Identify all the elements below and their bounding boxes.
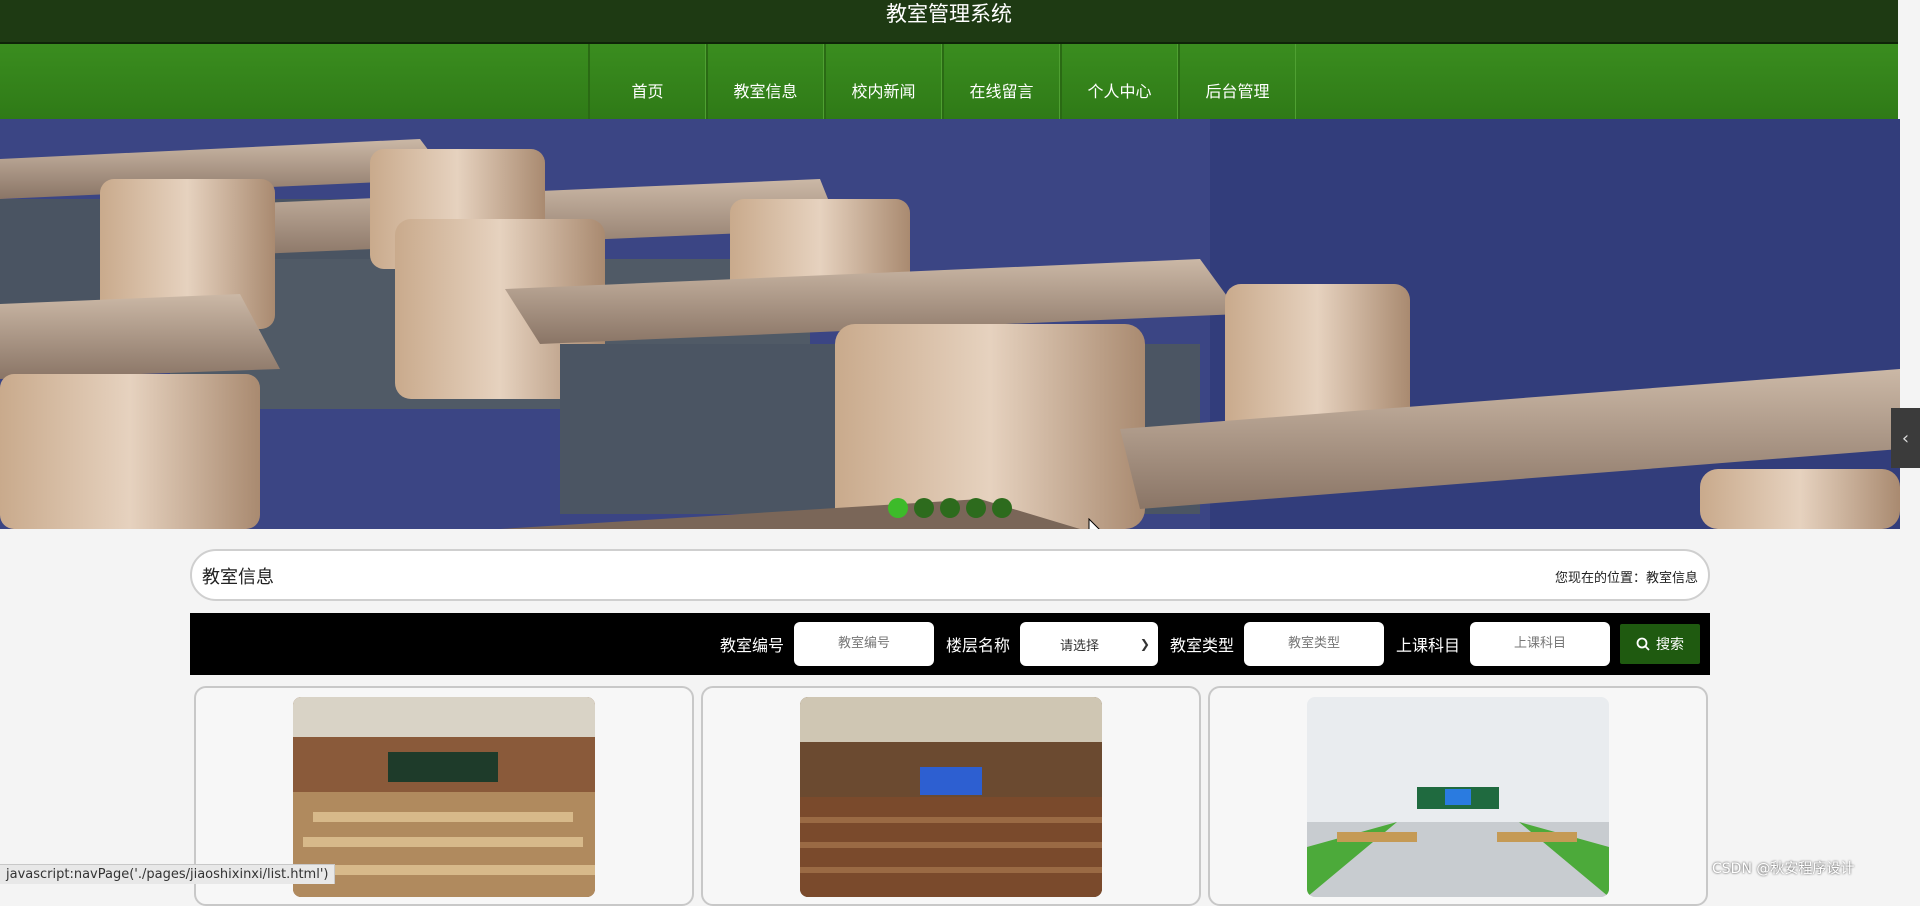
browser-status-bar: javascript:navPage('./pages/jiaoshixinxi… xyxy=(0,864,336,884)
mouse-cursor-icon xyxy=(1088,518,1100,529)
search-button[interactable]: 搜索 xyxy=(1620,624,1700,664)
section-title: 教室信息 xyxy=(202,567,274,588)
classroom-image xyxy=(1307,697,1609,897)
banner-image xyxy=(0,119,1900,529)
carousel-dot[interactable] xyxy=(888,498,908,518)
classroom-image xyxy=(293,697,595,897)
carousel-dot[interactable] xyxy=(914,498,934,518)
search-button-label: 搜索 xyxy=(1656,637,1684,653)
breadcrumb: 您现在的位置：教室信息 xyxy=(1554,571,1698,586)
room-number-placeholder: 教室编号 xyxy=(837,636,890,651)
room-type-placeholder: 教室类型 xyxy=(1287,636,1340,651)
carousel-dot[interactable] xyxy=(992,498,1012,518)
carousel-dot[interactable] xyxy=(940,498,960,518)
floor-name-select[interactable]: 请选择 ❯ xyxy=(1019,622,1158,666)
nav-item-campus-news[interactable]: 校内新闻 xyxy=(824,44,942,119)
nav-item-home[interactable]: 首页 xyxy=(588,44,706,119)
nav-item-admin[interactable]: 后台管理 xyxy=(1178,44,1296,119)
room-number-label: 教室编号 xyxy=(719,636,784,655)
main-nav: 首页 教室信息 校内新闻 在线留言 个人中心 后台管理 xyxy=(0,44,1898,119)
nav-item-online-message[interactable]: 在线留言 xyxy=(942,44,1060,119)
subject-placeholder: 上课科目 xyxy=(1513,636,1566,651)
search-form: 教室编号 教室编号 楼层名称 请选择 ❯ 教室类型 教室类型 上课科目 上课科目… xyxy=(190,613,1710,675)
nav-item-classroom-info[interactable]: 教室信息 xyxy=(706,44,824,119)
side-panel-toggle[interactable]: ‹ xyxy=(1891,408,1920,468)
room-number-input[interactable]: 教室编号 xyxy=(793,622,934,666)
classroom-image xyxy=(800,697,1102,897)
site-title: 教室管理系统 xyxy=(886,2,1012,26)
carousel-dot[interactable] xyxy=(966,498,986,518)
chevron-down-icon: ❯ xyxy=(1139,637,1150,651)
site-header: 教室管理系统 xyxy=(0,0,1898,44)
search-icon xyxy=(1636,637,1650,651)
classroom-card[interactable] xyxy=(1208,686,1708,906)
subject-label: 上课科目 xyxy=(1395,636,1460,655)
room-type-input[interactable]: 教室类型 xyxy=(1243,622,1384,666)
watermark: CSDN @秋安程序设计 xyxy=(1712,861,1855,877)
chevron-left-icon: ‹ xyxy=(1901,427,1910,449)
carousel-indicators xyxy=(888,498,1012,518)
floor-select-value: 请选择 xyxy=(1059,638,1099,654)
section-header: 教室信息 您现在的位置：教室信息 xyxy=(190,549,1710,601)
nav-item-personal-center[interactable]: 个人中心 xyxy=(1060,44,1178,119)
classroom-card[interactable] xyxy=(701,686,1201,906)
room-type-label: 教室类型 xyxy=(1169,636,1234,655)
banner-carousel xyxy=(0,119,1900,529)
floor-name-label: 楼层名称 xyxy=(945,636,1010,655)
subject-input[interactable]: 上课科目 xyxy=(1470,622,1610,666)
